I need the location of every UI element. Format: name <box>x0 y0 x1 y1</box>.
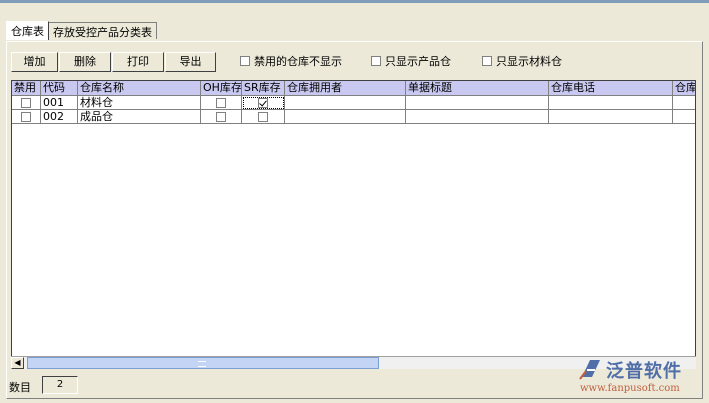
row-phone[interactable] <box>549 96 673 110</box>
row-disabled-cell[interactable] <box>12 110 41 124</box>
logo-mark-icon <box>579 360 600 380</box>
row-disabled-checkbox[interactable] <box>21 97 31 108</box>
grid-header: 禁用 代码 仓库名称 OH库存 SR库存 仓库拥用者 单据标题 仓库电话 仓库 <box>12 81 695 96</box>
row-disabled-cell[interactable] <box>12 96 41 110</box>
col-code[interactable]: 代码 <box>41 81 78 96</box>
table-row[interactable]: 002 成品仓 <box>12 110 695 124</box>
fanpusoft-logo: 泛普软件 www.fanpusoft.com <box>578 357 704 399</box>
table-row[interactable]: 001 材料仓 <box>12 96 695 110</box>
tab-warehouse-table[interactable]: 仓库表 <box>6 21 49 40</box>
logo-name: 泛普软件 <box>606 361 682 382</box>
row-sr-checkbox[interactable] <box>258 97 268 108</box>
col-sr-stock[interactable]: SR库存 <box>242 81 285 96</box>
count-value: 2 <box>42 376 78 394</box>
count-label: 数目 <box>9 381 31 394</box>
row-oh-checkbox[interactable] <box>216 97 226 108</box>
row-owner[interactable] <box>285 110 406 124</box>
top-border <box>0 0 709 3</box>
col-phone[interactable]: 仓库电话 <box>549 81 673 96</box>
row-disabled-checkbox[interactable] <box>21 111 31 122</box>
col-extra[interactable]: 仓库 <box>673 81 695 96</box>
hide-disabled-checkbox[interactable] <box>240 56 250 66</box>
col-name[interactable]: 仓库名称 <box>78 81 201 96</box>
col-owner[interactable]: 仓库拥用者 <box>285 81 406 96</box>
export-button[interactable]: 导出 <box>165 52 216 72</box>
row-sr-checkbox[interactable] <box>258 111 268 122</box>
hide-disabled-label: 禁用的仓库不显示 <box>254 55 342 68</box>
filter-only-product[interactable]: 只显示产品仓 <box>371 53 451 69</box>
logo-url: www.fanpusoft.com <box>580 383 680 394</box>
scroll-left-icon[interactable]: ◀ <box>11 357 24 369</box>
tab-controlled-product-category[interactable]: 存放受控产品分类表 <box>49 22 157 39</box>
row-sr-cell[interactable] <box>242 96 285 110</box>
row-code[interactable]: 002 <box>41 110 78 124</box>
row-oh-cell[interactable] <box>201 96 242 110</box>
row-owner[interactable] <box>285 96 406 110</box>
only-product-label: 只显示产品仓 <box>385 55 451 68</box>
warehouse-grid[interactable]: 禁用 代码 仓库名称 OH库存 SR库存 仓库拥用者 单据标题 仓库电话 仓库 … <box>11 80 696 369</box>
scroll-thumb[interactable] <box>27 357 379 369</box>
row-oh-checkbox[interactable] <box>216 111 226 122</box>
only-material-label: 只显示材料仓 <box>496 55 562 68</box>
add-button[interactable]: 增加 <box>11 52 58 72</box>
row-doc-title[interactable] <box>406 110 549 124</box>
delete-button[interactable]: 删除 <box>59 52 111 72</box>
col-disabled[interactable]: 禁用 <box>12 81 41 96</box>
row-extra[interactable] <box>673 110 695 124</box>
only-material-checkbox[interactable] <box>482 56 492 66</box>
row-code[interactable]: 001 <box>41 96 78 110</box>
col-doc-title[interactable]: 单据标题 <box>406 81 549 96</box>
row-doc-title[interactable] <box>406 96 549 110</box>
row-name[interactable]: 材料仓 <box>78 96 201 110</box>
col-oh-stock[interactable]: OH库存 <box>201 81 242 96</box>
row-extra[interactable] <box>673 96 695 110</box>
filter-only-material[interactable]: 只显示材料仓 <box>482 53 562 69</box>
print-button[interactable]: 打印 <box>112 52 164 72</box>
row-name[interactable]: 成品仓 <box>78 110 201 124</box>
row-oh-cell[interactable] <box>201 110 242 124</box>
row-phone[interactable] <box>549 110 673 124</box>
only-product-checkbox[interactable] <box>371 56 381 66</box>
filter-hide-disabled[interactable]: 禁用的仓库不显示 <box>240 53 342 69</box>
row-sr-cell[interactable] <box>242 110 285 124</box>
tab-strip: 仓库表 存放受控产品分类表 <box>6 21 157 42</box>
